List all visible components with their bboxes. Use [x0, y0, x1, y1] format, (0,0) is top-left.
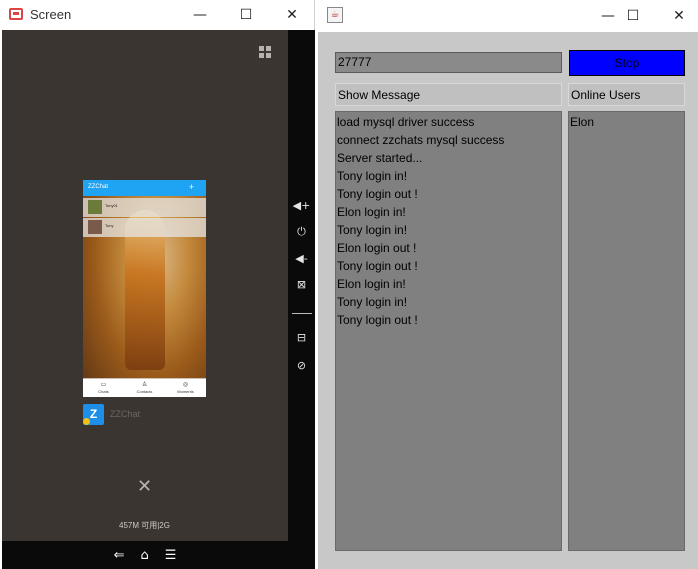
online-users-label: Online Users	[568, 83, 685, 106]
contact-name: Tony	[105, 223, 114, 228]
list-item: Tony01	[83, 198, 206, 217]
maximize-button[interactable]: ☐	[223, 2, 269, 28]
menu-icon[interactable]: ☰	[165, 548, 177, 563]
card-tab-bar: ▭ Chats ♙ Contacts ◎ Moments	[83, 379, 206, 397]
contacts-icon: ♙	[141, 381, 148, 388]
add-icon: +	[188, 182, 194, 192]
message-line: Elon login out !	[337, 241, 417, 255]
message-line: load mysql driver success	[337, 115, 475, 129]
list-item: Tony	[83, 218, 206, 237]
chat-icon: ▭	[100, 381, 107, 388]
back-icon[interactable]: ⇐	[114, 548, 125, 563]
tab-chats: ▭ Chats	[89, 381, 119, 397]
java-icon: ☕	[327, 7, 343, 23]
online-users-list[interactable]: Elon	[568, 111, 685, 551]
minimize-button[interactable]: —	[177, 2, 223, 28]
memory-status: 457M 可用|2G	[119, 521, 170, 530]
avatar	[88, 220, 102, 234]
message-line: Tony login out !	[337, 259, 418, 273]
app-name: ZZChat	[110, 409, 141, 419]
badge-dot	[83, 418, 90, 425]
server-window: ☕ — ☐ ✕ 27777 Stop Show Message Online U…	[318, 0, 698, 569]
port-input[interactable]: 27777	[335, 52, 562, 73]
power-icon[interactable]: ⏻	[288, 225, 315, 239]
divider	[292, 313, 312, 314]
message-line: Tony login in!	[337, 223, 408, 237]
home-icon[interactable]: ⌂	[140, 548, 148, 563]
message-line: Tony login out !	[337, 187, 418, 201]
show-message-label: Show Message	[335, 83, 562, 106]
phone-side-bar	[288, 30, 315, 569]
message-log[interactable]: load mysql driver success connect zzchats…	[335, 111, 562, 551]
volume-down-icon[interactable]: ◀-	[288, 252, 315, 265]
message-line: Server started...	[337, 151, 423, 165]
screen-titlebar: Screen — ☐ ✕	[0, 0, 314, 30]
close-button[interactable]: ✕	[656, 3, 698, 29]
grid-icon[interactable]	[259, 46, 271, 58]
hide-icon[interactable]: ⊘	[288, 359, 315, 372]
volume-up-icon[interactable]: ◀+	[288, 199, 315, 212]
contact-name: Tony01	[105, 203, 118, 208]
maximize-button[interactable]: ☐	[610, 3, 656, 29]
recent-app-card[interactable]: ZZChat + Tony01 Tony ▭ Chats ♙ Contacts ◎ M…	[83, 180, 206, 397]
avatar	[88, 200, 102, 214]
message-line: Tony login out !	[337, 313, 418, 327]
gamepad-icon[interactable]: ⊟	[288, 331, 315, 344]
stop-button[interactable]: Stop	[569, 50, 685, 76]
tab-moments: ◎ Moments	[171, 381, 201, 397]
phone-nav-bar: ⇐ ⌂ ☰	[2, 541, 288, 569]
screenshot-off-icon[interactable]: ⊠	[288, 278, 315, 291]
tab-contacts: ♙ Contacts	[130, 381, 160, 397]
message-line: Elon login in!	[337, 277, 406, 291]
compass-icon: ◎	[182, 381, 189, 388]
user-item[interactable]: Elon	[570, 114, 683, 132]
message-line: Tony login in!	[337, 169, 408, 183]
window-title: Screen	[30, 7, 72, 22]
message-line: connect zzchats mysql success	[337, 133, 505, 147]
screen-app-icon	[9, 8, 23, 20]
message-line: Elon login in!	[337, 205, 406, 219]
close-button[interactable]: ✕	[269, 2, 315, 28]
card-app-title: ZZChat	[88, 184, 109, 190]
screen-mirror-window: Screen — ☐ ✕ ZZChat + Tony01 Tony ▭ Chat…	[0, 0, 315, 569]
server-titlebar: ☕ — ☐ ✕	[318, 0, 698, 32]
card-header: ZZChat +	[83, 180, 206, 196]
clear-recents-icon[interactable]: ✕	[137, 476, 152, 497]
message-line: Tony login in!	[337, 295, 408, 309]
